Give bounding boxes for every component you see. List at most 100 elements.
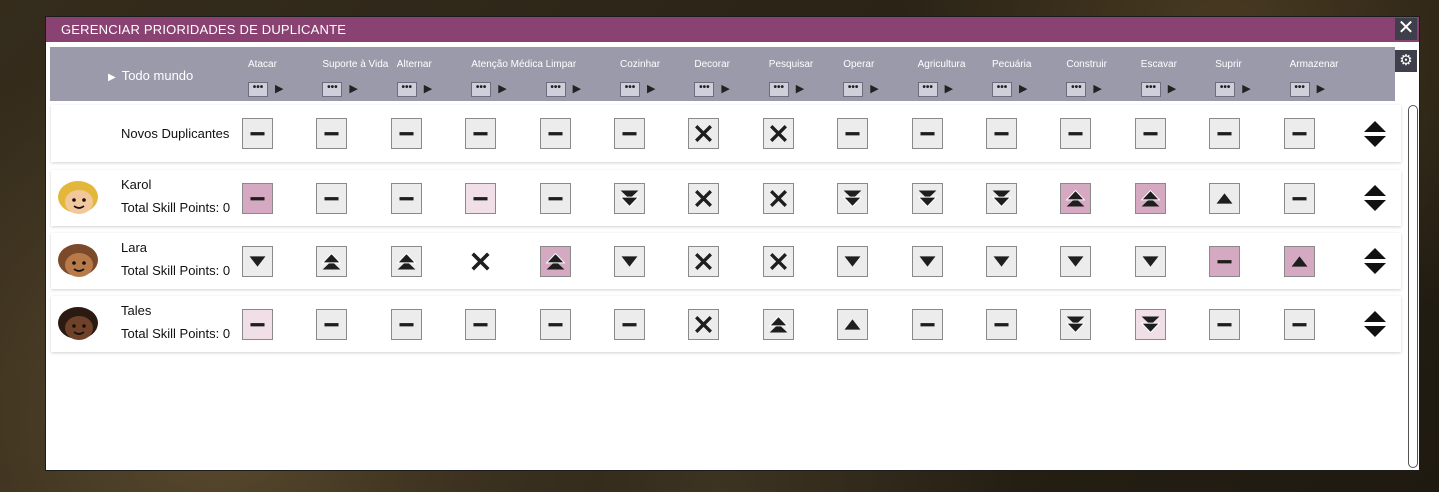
column-cycle-icon[interactable]: ▶ <box>573 82 581 95</box>
priority-disabled-icon[interactable] <box>688 245 720 277</box>
column-options-button[interactable]: ••• <box>248 82 268 97</box>
priority-very-high-icon[interactable] <box>762 308 794 340</box>
priority-disabled-icon[interactable] <box>688 182 720 214</box>
priority-normal-icon[interactable] <box>242 308 273 340</box>
sort-up-down-icon[interactable] <box>1362 183 1388 213</box>
column-label: Operar <box>843 59 875 70</box>
priority-high-icon[interactable] <box>1283 245 1315 277</box>
priority-disabled-icon[interactable] <box>465 246 496 277</box>
priority-disabled-icon[interactable] <box>762 245 794 277</box>
column-cycle-icon[interactable]: ▶ <box>721 82 729 95</box>
priority-normal-icon[interactable] <box>1283 182 1315 214</box>
priority-disabled-icon[interactable] <box>688 308 720 340</box>
column-cycle-icon[interactable]: ▶ <box>1317 82 1325 95</box>
priority-disabled-icon[interactable] <box>762 118 794 149</box>
column-cycle-icon[interactable]: ▶ <box>1093 82 1101 95</box>
column-cycle-icon[interactable]: ▶ <box>275 82 283 95</box>
priority-low-icon[interactable] <box>242 245 273 277</box>
priority-very-high-icon[interactable] <box>1060 182 1092 214</box>
priority-low-icon[interactable] <box>837 245 869 277</box>
column-cycle-icon[interactable]: ▶ <box>647 82 655 95</box>
priority-normal-icon[interactable] <box>1209 245 1241 277</box>
column-options-button[interactable]: ••• <box>1066 82 1087 97</box>
column-cycle-icon[interactable]: ▶ <box>1168 82 1176 95</box>
priority-normal-icon[interactable] <box>1134 118 1166 149</box>
priority-normal-icon[interactable] <box>390 308 422 340</box>
column-options-button[interactable]: ••• <box>917 82 938 97</box>
priority-normal-icon[interactable] <box>1283 118 1315 149</box>
column-cycle-icon[interactable]: ▶ <box>945 82 953 95</box>
column-options-button[interactable]: ••• <box>694 82 715 97</box>
priority-normal-icon[interactable] <box>465 182 497 214</box>
priority-very-high-icon[interactable] <box>539 245 571 277</box>
column-options-button[interactable]: ••• <box>1140 82 1161 97</box>
priority-very-low-icon[interactable] <box>986 182 1017 214</box>
sort-up-down-icon[interactable] <box>1362 119 1388 149</box>
priority-normal-icon[interactable] <box>911 118 943 149</box>
priority-normal-icon[interactable] <box>614 118 645 149</box>
column-options-button[interactable]: ••• <box>545 82 566 97</box>
priority-normal-icon[interactable] <box>390 182 422 214</box>
column-options-button[interactable]: ••• <box>1289 82 1310 97</box>
priority-normal-icon[interactable] <box>539 308 571 340</box>
priority-normal-icon[interactable] <box>837 118 869 149</box>
column-options-button[interactable]: ••• <box>322 82 343 97</box>
priority-very-low-icon[interactable] <box>1134 308 1166 340</box>
priority-low-icon[interactable] <box>911 245 943 277</box>
priority-normal-icon[interactable] <box>1283 308 1315 340</box>
priority-normal-icon[interactable] <box>242 182 273 214</box>
priority-very-low-icon[interactable] <box>1060 308 1092 340</box>
priority-low-icon[interactable] <box>1134 245 1166 277</box>
column-options-button[interactable]: ••• <box>396 82 417 97</box>
priority-low-icon[interactable] <box>614 245 645 277</box>
column-options-button[interactable]: ••• <box>843 82 864 97</box>
priority-normal-icon[interactable] <box>539 118 571 149</box>
priority-normal-icon[interactable] <box>1060 118 1092 149</box>
priority-normal-icon[interactable] <box>1209 308 1241 340</box>
column-cycle-icon[interactable]: ▶ <box>1019 82 1027 95</box>
priority-disabled-icon[interactable] <box>762 182 794 214</box>
priority-normal-icon[interactable] <box>242 118 273 149</box>
column-cycle-icon[interactable]: ▶ <box>498 82 506 95</box>
priority-normal-icon[interactable] <box>465 308 497 340</box>
sort-up-down-icon[interactable] <box>1362 246 1388 276</box>
priority-very-low-icon[interactable] <box>614 182 645 214</box>
priority-normal-icon[interactable] <box>539 182 571 214</box>
priority-low-icon[interactable] <box>1060 245 1092 277</box>
priority-normal-icon[interactable] <box>986 308 1017 340</box>
priority-normal-icon[interactable] <box>316 308 348 340</box>
priority-normal-icon[interactable] <box>614 308 645 340</box>
column-options-button[interactable]: ••• <box>992 82 1012 97</box>
close-icon[interactable]: ✕ <box>1395 18 1417 40</box>
priority-very-high-icon[interactable] <box>316 245 348 277</box>
column-label: Construir <box>1066 59 1107 70</box>
sort-up-down-icon[interactable] <box>1362 309 1388 339</box>
priority-normal-icon[interactable] <box>911 308 943 340</box>
priority-normal-icon[interactable] <box>390 118 422 149</box>
gear-icon[interactable]: ⚙ <box>1395 50 1417 72</box>
priority-normal-icon[interactable] <box>465 118 497 149</box>
priority-high-icon[interactable] <box>1209 182 1241 214</box>
priority-very-low-icon[interactable] <box>911 182 943 214</box>
column-cycle-icon[interactable]: ▶ <box>796 82 804 95</box>
priority-normal-icon[interactable] <box>316 182 348 214</box>
priority-disabled-icon[interactable] <box>688 118 720 149</box>
priority-normal-icon[interactable] <box>316 118 348 149</box>
column-options-button[interactable]: ••• <box>768 82 789 97</box>
column-cycle-icon[interactable]: ▶ <box>1242 82 1250 95</box>
column-cycle-icon[interactable]: ▶ <box>424 82 432 95</box>
priority-high-icon[interactable] <box>837 308 869 340</box>
priority-low-icon[interactable] <box>986 245 1017 277</box>
priority-very-high-icon[interactable] <box>1134 182 1166 214</box>
column-cycle-icon[interactable]: ▶ <box>870 82 878 95</box>
priority-very-high-icon[interactable] <box>390 245 422 277</box>
column-options-button[interactable]: ••• <box>471 82 492 97</box>
priority-normal-icon[interactable] <box>1209 118 1241 149</box>
column-options-button[interactable]: ••• <box>620 82 640 97</box>
priority-very-low-icon[interactable] <box>837 182 869 214</box>
column-cycle-icon[interactable]: ▶ <box>349 82 357 95</box>
everyone-row-toggle[interactable]: ▶ Todo mundo <box>108 68 193 83</box>
column-options-button[interactable]: ••• <box>1215 82 1236 97</box>
priority-normal-icon[interactable] <box>986 118 1017 149</box>
vertical-scrollbar[interactable] <box>1408 105 1418 468</box>
